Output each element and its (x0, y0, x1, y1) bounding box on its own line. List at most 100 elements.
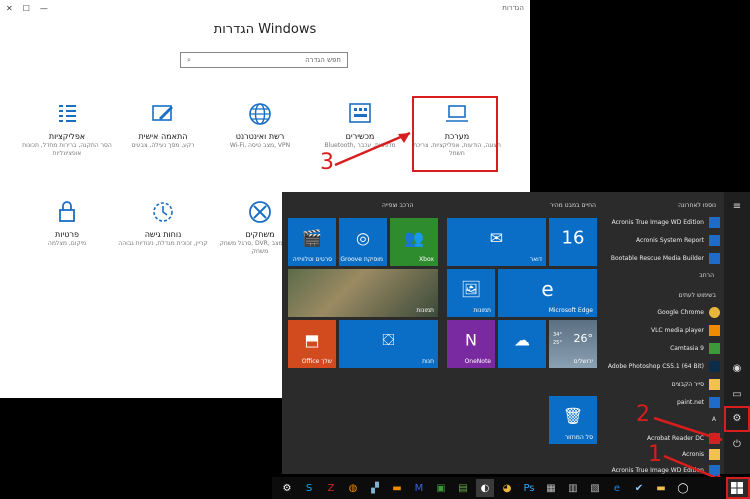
tile-groove[interactable]: ◎ Groove מוסיקת (339, 218, 387, 266)
tile-skype[interactable]: ☁ (498, 320, 546, 368)
most-used-header: בשימוש לעתים (678, 292, 716, 299)
edge-icon[interactable]: e (608, 479, 626, 497)
highlight-box-start (726, 477, 750, 499)
app-item[interactable]: VLC media player (580, 322, 720, 338)
tile-photos-app[interactable]: 🖼 תמונות (447, 269, 495, 317)
maximize-icon[interactable]: ☐ (23, 4, 30, 13)
xbox-icon (249, 201, 271, 223)
clock-arrows-icon (153, 202, 173, 222)
tile-xbox[interactable]: 👥 Xbox (390, 218, 438, 266)
tile-store[interactable]: ⛋ חנות (339, 320, 438, 368)
title-bar: ✕ ☐ — הגדרות (0, 0, 530, 16)
skype-icon[interactable]: S (300, 479, 318, 497)
expand-link[interactable]: הרחב (699, 272, 714, 279)
tile-desc: קריין, זכוכית מגדלת, ניגודיות גבוהה (118, 240, 208, 247)
folder-icon[interactable]: ▬ (652, 479, 670, 497)
app-icon[interactable]: ▥ (564, 479, 582, 497)
documents-icon[interactable]: ▭ (730, 388, 744, 402)
app-item[interactable]: סייר הקבצים (580, 376, 720, 392)
page-title: הגדרות Windows (213, 22, 317, 37)
window-controls: ✕ ☐ — (6, 4, 48, 13)
annotation-number-3: 3 (320, 150, 334, 175)
photoshop-icon[interactable]: Ps (520, 479, 538, 497)
app-icon[interactable]: ▞ (366, 479, 384, 497)
app-icon[interactable]: ◐ (476, 479, 494, 497)
tile-title: התאמה אישית (138, 132, 188, 141)
app-icon[interactable]: ▦ (542, 479, 560, 497)
app-item[interactable]: Acronis System Report (580, 232, 720, 248)
annotation-number-2: 2 (636, 402, 650, 427)
tile-title: רשת ואינטרנט (235, 132, 285, 141)
vlc-icon (709, 324, 720, 336)
filezilla-icon[interactable]: Z (322, 479, 340, 497)
annotation-number-1: 1 (648, 442, 662, 467)
app-icon (709, 234, 720, 246)
skype-icon: ☁ (514, 330, 530, 350)
tile-desc: Wi-Fi, מצב טיסה, VPN (229, 142, 291, 149)
chrome-icon (709, 306, 720, 318)
tile-desc: רקע, מסך נעילה, צבעים (131, 142, 195, 149)
tile-network[interactable]: רשת ואינטרנט Wi-Fi, מצב טיסה, VPN (215, 100, 305, 150)
annotation-arrow-3 (334, 131, 411, 167)
chrome-icon[interactable]: ◕ (498, 479, 516, 497)
shopping-bag-icon: ⛋ (382, 330, 395, 350)
app-item[interactable]: Acronis True Image WD Edition (580, 214, 720, 230)
folder-icon (709, 378, 720, 390)
annotation-arrow-2 (653, 416, 723, 442)
search-icon: ⌕ (187, 55, 191, 64)
app-icon[interactable]: ✔ (630, 479, 648, 497)
tile-photos[interactable]: תמונות (288, 269, 438, 317)
lock-icon (59, 201, 75, 222)
close-icon[interactable]: ✕ (6, 4, 13, 13)
tile-personalization[interactable]: התאמה אישית רקע, מסך נעילה, צבעים (118, 100, 208, 150)
xbox-avatar-icon: 👥 (404, 228, 424, 248)
tile-privacy[interactable]: פרטיות מיקום, מצלמה (22, 198, 112, 248)
app-item[interactable]: paint.net (580, 394, 720, 410)
onenote-icon: N (465, 330, 477, 350)
search-input[interactable]: ⌕ חפש הגדרה (180, 52, 348, 68)
app-icon (709, 252, 720, 264)
tile-movies[interactable]: 🎬 סרטים וטלוויזיה (288, 218, 336, 266)
group-title-life: החיים במבט מהיר (550, 202, 596, 209)
recent-header: נוספו לאחרונה (678, 202, 716, 209)
tile-title: אפליקציות (48, 132, 86, 141)
tile-onenote[interactable]: N OneNote (447, 320, 495, 368)
tile-apps[interactable]: אפליקציות הסר התקנה, ברירות מחדל, תכונות… (22, 100, 112, 158)
tile-title: נוחות גישה (144, 230, 182, 239)
camtasia-icon[interactable]: ▣ (432, 479, 450, 497)
tile-office[interactable]: ⬒ Office שלך (288, 320, 336, 368)
taskbar: ⚙ S Z ◍ ▞ ▬ M ▣ ▤ ◐ ◕ Ps ▦ ▥ ▧ e ✔ ▬ ◯ (272, 477, 750, 499)
photoshop-icon (709, 360, 720, 372)
minimize-icon[interactable]: — (40, 4, 48, 13)
tile-desc: הסר התקנה, ברירות מחדל, תכונות אופציונלי… (22, 142, 112, 157)
firefox-icon[interactable]: ◍ (344, 479, 362, 497)
hamburger-icon[interactable]: ≡ (730, 200, 744, 214)
app-icon[interactable]: ▬ (388, 479, 406, 497)
tile-title: פרטיות (55, 230, 79, 239)
app-item[interactable]: Adobe Photoshop CS5.1 (64 Bit) (580, 358, 720, 374)
app-icon[interactable]: ▤ (454, 479, 472, 497)
cortana-icon[interactable]: ◯ (674, 479, 692, 497)
app-icon[interactable]: ▧ (586, 479, 604, 497)
film-icon: 🎬 (302, 228, 322, 248)
group-title-play: הרכב וצפייה (382, 202, 414, 209)
tile-mail[interactable]: ✉ דואר (447, 218, 546, 266)
image-icon: 🖼 (460, 279, 482, 299)
user-avatar-icon[interactable]: ◉ (730, 362, 744, 376)
app-icon[interactable]: M (410, 479, 428, 497)
app-item[interactable]: Camtasia 9 (580, 340, 720, 356)
apps-list-icon (59, 105, 76, 122)
app-item[interactable]: Bootable Rescue Media Builder (580, 250, 720, 266)
office-icon: ⬒ (304, 330, 320, 350)
mail-icon: ✉ (489, 228, 504, 248)
window-title: הגדרות (502, 4, 524, 12)
camtasia-icon (709, 342, 720, 354)
tile-ease-of-access[interactable]: נוחות גישה קריין, זכוכית מגדלת, ניגודיות… (118, 198, 208, 248)
gear-icon[interactable]: ⚙ (278, 479, 296, 497)
keyboard-icon (349, 103, 371, 123)
app-icon (709, 216, 720, 228)
paint-net-icon (709, 396, 720, 408)
app-item[interactable]: Google Chrome (580, 304, 720, 320)
globe-icon (249, 103, 271, 125)
disc-icon: ◎ (356, 228, 370, 248)
